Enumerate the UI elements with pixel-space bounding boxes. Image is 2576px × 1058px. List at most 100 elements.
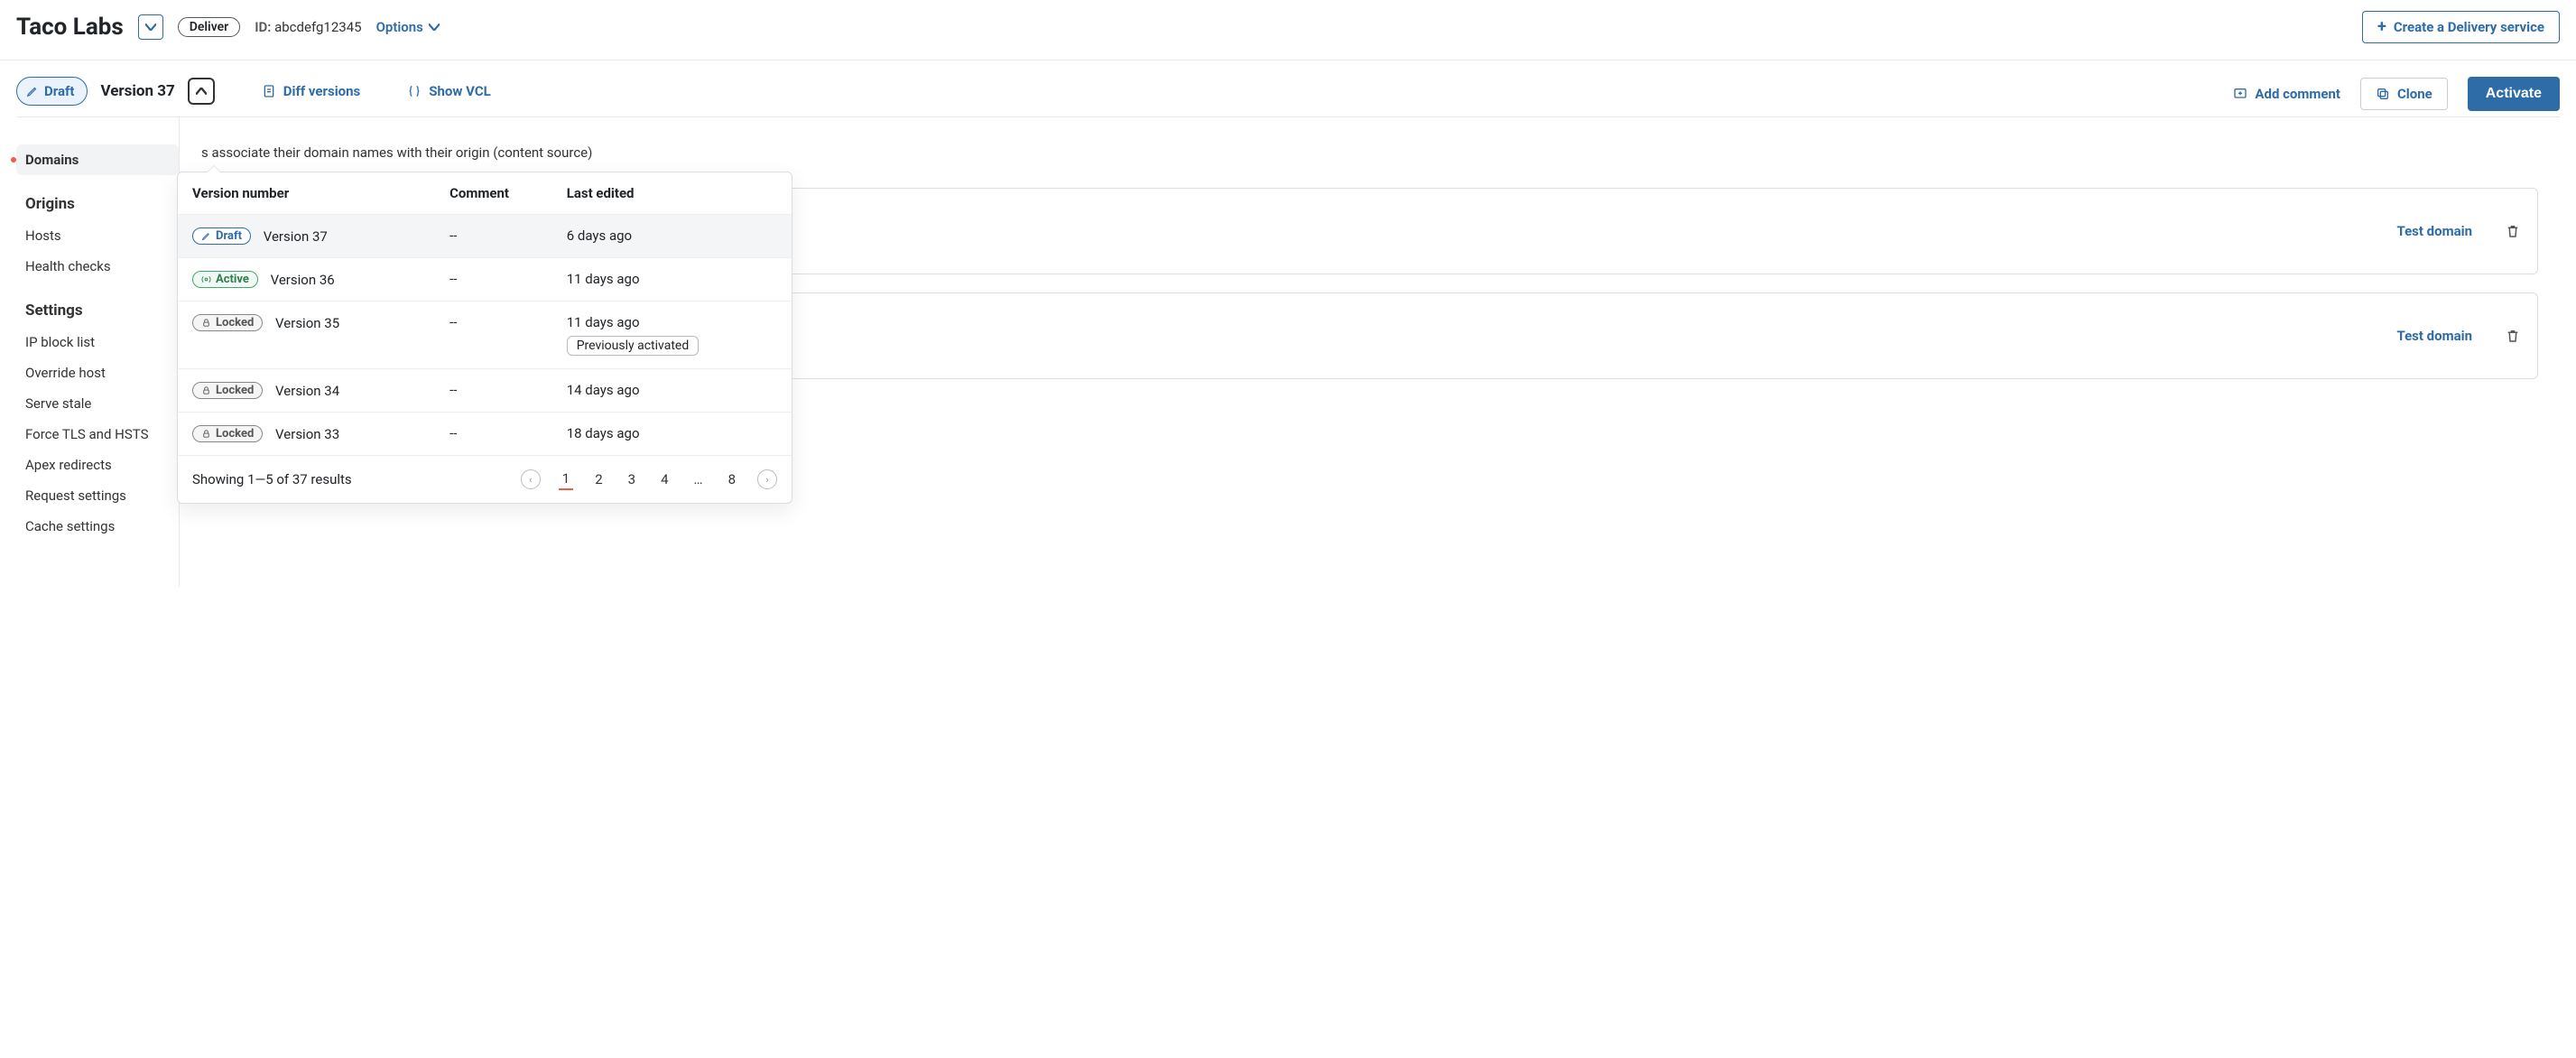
pagination: ‹ 1 2 3 4 … 8 › <box>521 469 777 490</box>
page-prev[interactable]: ‹ <box>521 469 541 489</box>
status-badge-draft: Draft <box>192 227 251 245</box>
popover-header: Version number Comment Last edited <box>178 172 792 215</box>
row-edited: 11 days ago <box>567 271 777 287</box>
service-id: ID: abcdefg12345 <box>255 19 361 35</box>
row-edited: 6 days ago <box>567 227 777 244</box>
service-name: Taco Labs <box>16 14 124 41</box>
show-vcl-label: Show VCL <box>429 83 490 99</box>
page-3[interactable]: 3 <box>625 469 639 489</box>
page-next[interactable]: › <box>757 469 777 489</box>
badge-text: Draft <box>44 83 74 99</box>
delete-domain-button[interactable] <box>2505 328 2521 344</box>
trash-icon <box>2505 223 2521 239</box>
sidebar-item-override-host[interactable]: Override host <box>16 357 179 388</box>
version-row[interactable]: Draft Version 37 -- 6 days ago <box>178 215 792 258</box>
badge-text: Locked <box>216 384 254 397</box>
show-vcl-link[interactable]: Show VCL <box>407 83 490 99</box>
version-picker-popover: Version number Comment Last edited Draft… <box>177 172 792 504</box>
options-menu[interactable]: Options <box>376 19 440 35</box>
sidebar-item-request-settings[interactable]: Request settings <box>16 480 179 511</box>
broadcast-icon <box>201 274 211 284</box>
braces-icon <box>407 84 422 98</box>
trash-icon <box>2505 328 2521 344</box>
version-bar: Draft Version 37 Diff versions Show VCL <box>16 77 2233 116</box>
id-value: abcdefg12345 <box>274 19 361 35</box>
service-type-badge: Deliver <box>178 17 240 37</box>
version-row[interactable]: Locked Version 34 -- 14 days ago <box>178 369 792 413</box>
row-version: Version 33 <box>275 426 339 442</box>
col-version-number: Version number <box>192 185 449 201</box>
clone-label: Clone <box>2397 86 2432 102</box>
options-label: Options <box>376 19 423 35</box>
status-badge-locked: Locked <box>192 382 263 399</box>
popover-footer: Showing 1—5 of 37 results ‹ 1 2 3 4 … 8 … <box>178 456 792 503</box>
chevron-down-icon <box>145 23 156 31</box>
lock-icon <box>201 429 211 439</box>
version-row[interactable]: Locked Version 33 -- 18 days ago <box>178 413 792 456</box>
sidebar-heading-settings: Settings <box>16 294 179 327</box>
comment-plus-icon <box>2233 87 2247 101</box>
page-4[interactable]: 4 <box>657 469 672 489</box>
sidebar-item-force-tls[interactable]: Force TLS and HSTS <box>16 419 179 450</box>
page-1[interactable]: 1 <box>559 469 573 490</box>
page-8[interactable]: 8 <box>725 469 739 489</box>
test-domain-link[interactable]: Test domain <box>2396 223 2472 239</box>
row-comment: -- <box>449 227 567 244</box>
badge-text: Draft <box>216 229 242 243</box>
id-label: ID: <box>255 19 271 35</box>
activate-button[interactable]: Activate <box>2468 77 2560 111</box>
lock-icon <box>201 385 211 395</box>
version-actions: Add comment Clone Activate <box>2233 77 2560 111</box>
row-comment: -- <box>449 271 567 287</box>
col-comment: Comment <box>449 185 567 201</box>
current-version-label: Version 37 <box>100 82 174 100</box>
status-badge-active: Active <box>192 271 258 288</box>
sidebar-item-serve-stale[interactable]: Serve stale <box>16 388 179 419</box>
sidebar-item-domains[interactable]: Domains <box>16 144 179 175</box>
test-domain-link[interactable]: Test domain <box>2396 328 2472 344</box>
diff-icon <box>262 84 276 98</box>
domains-description: s associate their domain names with thei… <box>201 144 2538 161</box>
clone-button[interactable]: Clone <box>2360 78 2448 110</box>
badge-text: Locked <box>216 316 254 329</box>
version-row-container: Draft Version 37 Diff versions Show VCL … <box>0 60 2576 116</box>
add-comment-link[interactable]: Add comment <box>2233 86 2340 102</box>
version-row[interactable]: Locked Version 35 -- 11 days ago Previou… <box>178 302 792 369</box>
create-button-label: Create a Delivery service <box>2394 19 2544 35</box>
create-delivery-service-button[interactable]: + Create a Delivery service <box>2362 11 2560 43</box>
row-version: Version 35 <box>275 315 339 331</box>
row-edited: 18 days ago <box>567 425 777 441</box>
diff-label: Diff versions <box>283 83 361 99</box>
results-count: Showing 1—5 of 37 results <box>192 471 352 487</box>
sidebar-heading-origins: Origins <box>16 188 179 220</box>
row-version: Version 36 <box>271 272 335 288</box>
row-comment: -- <box>449 314 567 330</box>
chevron-up-icon <box>196 88 207 95</box>
sidebar-item-cache-settings[interactable]: Cache settings <box>16 511 179 542</box>
delete-domain-button[interactable] <box>2505 223 2521 239</box>
status-badge-locked: Locked <box>192 425 263 442</box>
diff-versions-link[interactable]: Diff versions <box>262 83 361 99</box>
sidebar-item-apex-redirects[interactable]: Apex redirects <box>16 450 179 480</box>
page-ellipsis: … <box>690 469 707 489</box>
version-picker-toggle[interactable] <box>188 78 215 105</box>
top-bar: Taco Labs Deliver ID: abcdefg12345 Optio… <box>0 0 2576 60</box>
sidebar: Domains Origins Hosts Health checks Sett… <box>16 117 179 587</box>
sidebar-item-health-checks[interactable]: Health checks <box>16 251 179 282</box>
badge-text: Locked <box>216 427 254 441</box>
page-2[interactable]: 2 <box>591 469 606 489</box>
service-switcher-toggle[interactable] <box>138 14 163 40</box>
clone-icon <box>2376 87 2390 101</box>
row-edited: 14 days ago <box>567 382 777 398</box>
lock-icon <box>201 318 211 328</box>
version-status-badge: Draft <box>16 77 88 106</box>
row-edited: 11 days ago <box>567 314 777 330</box>
pencil-icon <box>201 231 211 241</box>
col-last-edited: Last edited <box>567 185 777 201</box>
previously-activated-badge: Previously activated <box>567 336 700 356</box>
version-row[interactable]: Active Version 36 -- 11 days ago <box>178 258 792 302</box>
sidebar-item-ip-block-list[interactable]: IP block list <box>16 327 179 357</box>
row-comment: -- <box>449 382 567 398</box>
row-version: Version 34 <box>275 383 339 399</box>
sidebar-item-hosts[interactable]: Hosts <box>16 220 179 251</box>
